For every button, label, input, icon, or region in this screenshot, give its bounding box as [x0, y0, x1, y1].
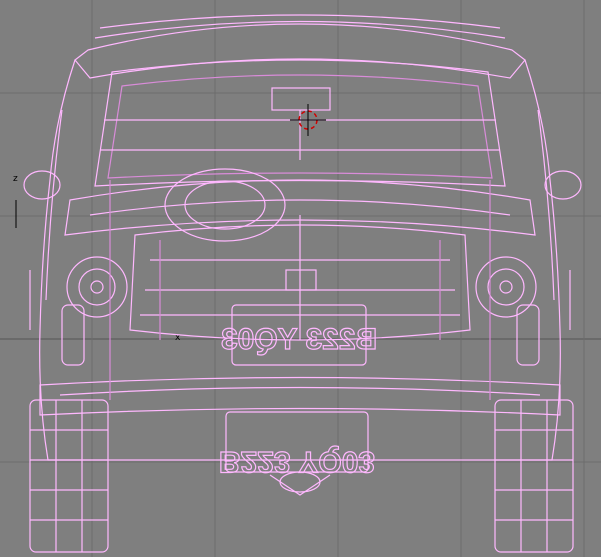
rear-plate-text: B223 YQ03 — [219, 445, 375, 478]
3d-viewport[interactable]: z x B223 YQ03 B223 YQ03 — [0, 0, 601, 557]
car-wireframe-mesh[interactable]: B223 YQ03 B223 YQ03 — [0, 0, 601, 557]
headlight-right — [475, 256, 537, 318]
headlight-left — [66, 256, 128, 318]
wheel-right — [494, 399, 574, 553]
rearview-mirror — [271, 87, 331, 111]
bumper — [39, 376, 561, 416]
3d-cursor[interactable] — [290, 104, 326, 136]
indicator-left — [61, 304, 85, 366]
wheel-left — [29, 399, 109, 553]
mirror-left — [23, 170, 61, 200]
front-plate-text: B223 YQ03 — [221, 323, 377, 356]
roof-outline — [74, 23, 526, 79]
